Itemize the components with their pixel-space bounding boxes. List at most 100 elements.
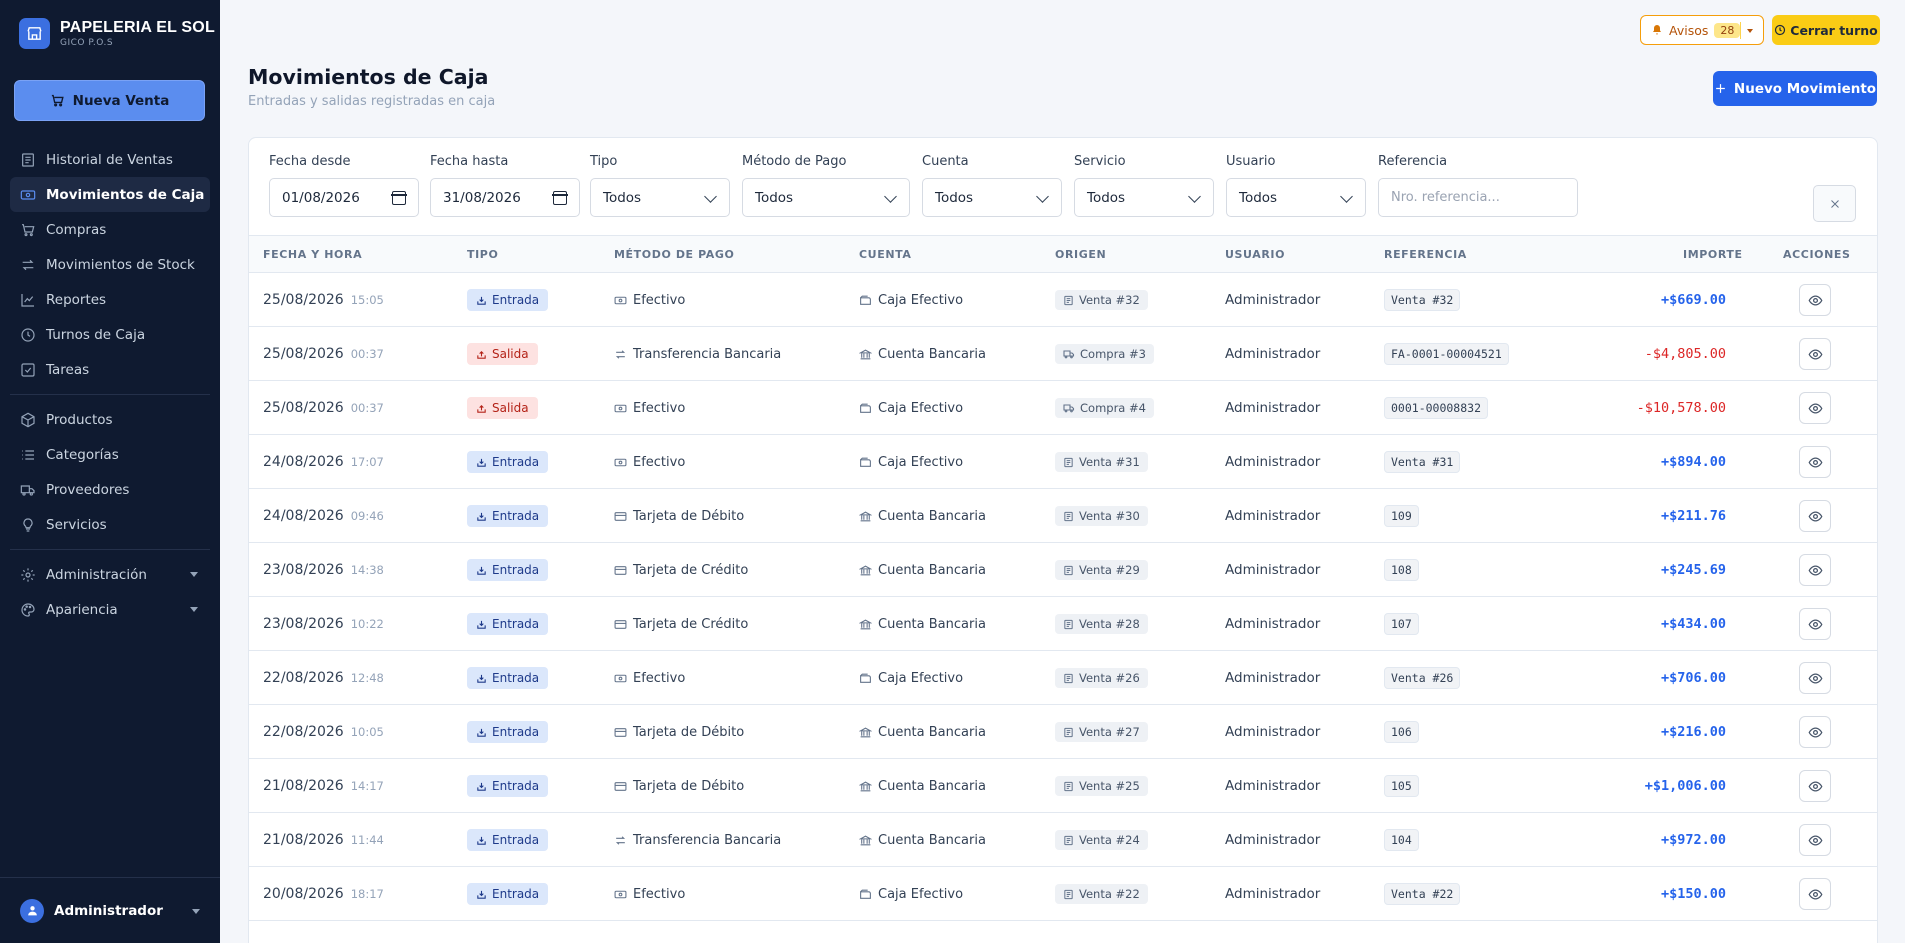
- view-button[interactable]: [1799, 338, 1831, 370]
- account-value: Cuenta Bancaria: [878, 724, 986, 740]
- chevron-down-icon[interactable]: [1747, 29, 1753, 33]
- amount-value: +$150.00: [1660, 886, 1726, 902]
- origin-badge[interactable]: Venta #27: [1055, 722, 1148, 742]
- actions-cell: [1799, 651, 1831, 705]
- origin-badge[interactable]: Compra #4: [1055, 398, 1154, 418]
- view-button[interactable]: [1799, 608, 1831, 640]
- type-cell: Entrada: [467, 435, 549, 489]
- box-icon: [21, 412, 35, 427]
- date-from-input[interactable]: 01/08/2026: [269, 178, 419, 217]
- sidebar-item-apariencia[interactable]: Apariencia: [0, 592, 220, 627]
- date-cell: 23/08/2026 14:38: [263, 543, 384, 597]
- origin-badge[interactable]: Venta #26: [1055, 668, 1148, 688]
- origin-badge[interactable]: Venta #31: [1055, 452, 1148, 472]
- origin-badge[interactable]: Venta #30: [1055, 506, 1148, 526]
- sidebar-item-servicios[interactable]: Servicios: [0, 507, 220, 542]
- sidebar-item-productos[interactable]: Productos: [0, 402, 220, 437]
- cerrar-turno-button[interactable]: Cerrar turno: [1772, 15, 1880, 45]
- actions-cell: [1799, 489, 1831, 543]
- avisos-button[interactable]: Avisos 28: [1640, 15, 1764, 45]
- method-cell: Tarjeta de Débito: [614, 489, 744, 543]
- clock-icon: [1775, 24, 1786, 36]
- sidebar-item-movimientos-caja[interactable]: Movimientos de Caja: [10, 177, 210, 212]
- sidebar-item-administracion[interactable]: Administración: [0, 557, 220, 592]
- view-button[interactable]: [1799, 554, 1831, 586]
- table-row: 25/08/2026 00:37 Salida Efectivo Caja Ef…: [249, 381, 1877, 435]
- new-movement-button[interactable]: Nuevo Movimiento: [1713, 71, 1877, 106]
- cash-icon: [20, 189, 36, 200]
- view-button[interactable]: [1799, 392, 1831, 424]
- origin-value: Compra #4: [1080, 401, 1146, 415]
- type-badge: Entrada: [467, 289, 549, 311]
- servicio-select[interactable]: Todos: [1074, 178, 1214, 217]
- receipt-icon: [1063, 511, 1074, 522]
- origin-cell: Venta #25: [1055, 759, 1148, 813]
- user-cell: Administrador: [1225, 867, 1320, 921]
- origin-badge[interactable]: Venta #24: [1055, 830, 1148, 850]
- sidebar-item-turnos-caja[interactable]: Turnos de Caja: [0, 317, 220, 352]
- cash-icon: [614, 888, 627, 901]
- cuenta-select[interactable]: Todos: [922, 178, 1062, 217]
- truck-icon: [1063, 348, 1075, 360]
- origin-badge[interactable]: Venta #22: [1055, 884, 1148, 904]
- amount-cell: +$216.00: [1549, 705, 1726, 759]
- type-cell: Entrada: [467, 543, 549, 597]
- view-button[interactable]: [1799, 878, 1831, 910]
- sidebar-item-historial-ventas[interactable]: Historial de Ventas: [0, 142, 220, 177]
- sidebar-item-movimientos-stock[interactable]: Movimientos de Stock: [0, 247, 220, 282]
- method-cell: Efectivo: [614, 435, 685, 489]
- eye-icon: [1808, 564, 1822, 576]
- date-value: 24/08/2026: [263, 454, 344, 470]
- type-badge: Entrada: [467, 721, 549, 743]
- origin-badge[interactable]: Venta #25: [1055, 776, 1148, 796]
- metodo-select[interactable]: Todos: [742, 178, 910, 217]
- method-cell: Efectivo: [614, 381, 685, 435]
- date-from-value: 01/08/2026: [282, 189, 360, 206]
- view-button[interactable]: [1799, 662, 1831, 694]
- eye-icon: [1808, 618, 1822, 630]
- view-button[interactable]: [1799, 716, 1831, 748]
- brand-name: PAPELERIA EL SOL: [60, 19, 215, 36]
- origin-badge[interactable]: Venta #28: [1055, 614, 1148, 634]
- calendar-icon[interactable]: [552, 191, 568, 205]
- account-cell: Cuenta Bancaria: [859, 543, 986, 597]
- type-cell: Entrada: [467, 759, 549, 813]
- actions-cell: [1799, 705, 1831, 759]
- origin-badge[interactable]: Venta #32: [1055, 290, 1148, 310]
- view-button[interactable]: [1799, 770, 1831, 802]
- tipo-select[interactable]: Todos: [590, 178, 730, 217]
- table-row: 23/08/2026 14:38 Entrada Tarjeta de Créd…: [249, 543, 1877, 597]
- sidebar-item-label: Categorías: [46, 446, 119, 463]
- date-value: 25/08/2026: [263, 292, 344, 308]
- user-value: Administrador: [1225, 346, 1321, 362]
- origin-badge[interactable]: Venta #29: [1055, 560, 1148, 580]
- calendar-icon[interactable]: [391, 191, 407, 205]
- view-button[interactable]: [1799, 500, 1831, 532]
- sidebar-item-tareas[interactable]: Tareas: [0, 352, 220, 387]
- bank-icon: [859, 564, 872, 577]
- view-button[interactable]: [1799, 446, 1831, 478]
- user-menu[interactable]: Administrador: [0, 877, 220, 943]
- clear-filters-button[interactable]: [1813, 185, 1856, 222]
- origin-badge[interactable]: Compra #3: [1055, 344, 1154, 364]
- date-cell: 21/08/2026 14:17: [263, 759, 384, 813]
- type-cell: Entrada: [467, 597, 549, 651]
- type-label: Entrada: [492, 293, 540, 307]
- date-to-input[interactable]: 31/08/2026: [430, 178, 580, 217]
- reference-value: Venta #32: [1384, 289, 1461, 311]
- referencia-input[interactable]: Nro. referencia...: [1378, 178, 1578, 217]
- cash-icon: [614, 672, 627, 685]
- view-button[interactable]: [1799, 284, 1831, 316]
- amount-cell: +$894.00: [1549, 435, 1726, 489]
- sidebar-item-proveedores[interactable]: Proveedores: [0, 472, 220, 507]
- new-sale-button[interactable]: Nueva Venta: [14, 80, 205, 121]
- view-button[interactable]: [1799, 824, 1831, 856]
- sidebar-item-label: Productos: [46, 411, 113, 428]
- sidebar-item-categorias[interactable]: Categorías: [0, 437, 220, 472]
- receipt-icon: [1063, 295, 1074, 306]
- usuario-select[interactable]: Todos: [1226, 178, 1366, 217]
- sidebar-item-reportes[interactable]: Reportes: [0, 282, 220, 317]
- reference-cell: Venta #31: [1384, 435, 1461, 489]
- sidebar-item-compras[interactable]: Compras: [0, 212, 220, 247]
- cuenta-value: Todos: [935, 189, 974, 206]
